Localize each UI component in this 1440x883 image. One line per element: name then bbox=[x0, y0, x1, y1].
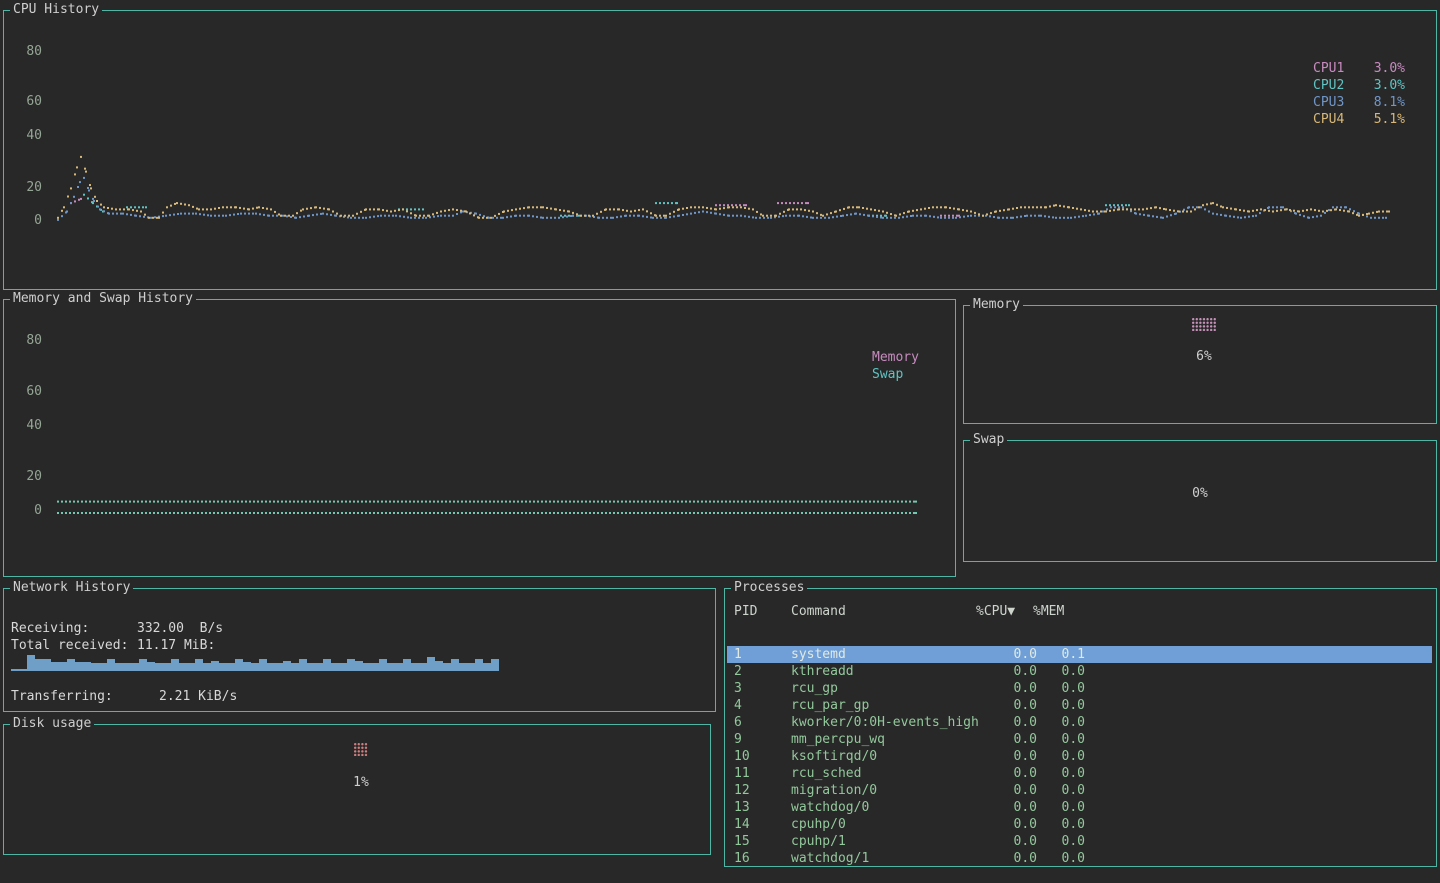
process-command: systemd bbox=[791, 647, 846, 662]
process-mem: 0.0 bbox=[1015, 749, 1085, 764]
process-pid: 15 bbox=[734, 834, 750, 849]
swap-gauge-percent: 0% bbox=[1160, 486, 1240, 501]
process-row[interactable]: 1systemd0.00.1 bbox=[727, 646, 1432, 663]
column-header-cpu[interactable]: %CPU▼ bbox=[976, 604, 1015, 619]
memswap-history-chart bbox=[4, 300, 955, 576]
processes-title: Processes bbox=[731, 580, 807, 595]
swap-gauge-panel: Swap 0% bbox=[963, 440, 1437, 562]
process-command: mm_percpu_wq bbox=[791, 732, 885, 747]
disk-usage-dots-icon bbox=[354, 743, 368, 756]
memory-gauge-title: Memory bbox=[970, 297, 1023, 312]
process-mem: 0.0 bbox=[1015, 715, 1085, 730]
process-mem: 0.1 bbox=[1015, 647, 1085, 662]
network-history-panel: Network History Receiving: 332.00 B/s To… bbox=[3, 588, 716, 712]
cpu2-legend-label: CPU2 bbox=[1313, 78, 1344, 93]
memory-gauge-dots-icon bbox=[1192, 318, 1216, 331]
process-row[interactable]: 11rcu_sched0.00.0 bbox=[727, 765, 1432, 782]
process-row[interactable]: 3rcu_gp0.00.0 bbox=[727, 680, 1432, 697]
memory-gauge-panel: Memory 6% bbox=[963, 305, 1437, 424]
process-row[interactable]: 2kthreadd0.00.0 bbox=[727, 663, 1432, 680]
memory-legend-label: Memory bbox=[872, 350, 919, 365]
transferring-value: 2.21 KiB/s bbox=[159, 689, 237, 704]
process-row[interactable]: 4rcu_par_gp0.00.0 bbox=[727, 697, 1432, 714]
process-command: kworker/0:0H-events_high bbox=[791, 715, 979, 730]
process-mem: 0.0 bbox=[1015, 698, 1085, 713]
process-command: kthreadd bbox=[791, 664, 854, 679]
swap-legend-label: Swap bbox=[872, 367, 903, 382]
cpu-legend-row-1: CPU1 3.0% bbox=[1313, 61, 1405, 77]
process-mem: 0.0 bbox=[1015, 783, 1085, 798]
memswap-history-panel: Memory and Swap History 80 60 40 20 0 Me… bbox=[3, 299, 956, 577]
disk-usage-title: Disk usage bbox=[10, 716, 94, 731]
column-header-command[interactable]: Command bbox=[791, 604, 846, 619]
process-mem: 0.0 bbox=[1015, 800, 1085, 815]
disk-usage-percent: 1% bbox=[321, 775, 401, 790]
process-mem: 0.0 bbox=[1015, 732, 1085, 747]
column-header-mem[interactable]: %MEM bbox=[1033, 604, 1064, 619]
process-row[interactable]: 9mm_percpu_wq0.00.0 bbox=[727, 731, 1432, 748]
process-command: rcu_par_gp bbox=[791, 698, 869, 713]
cpu4-legend-value: 5.1% bbox=[1374, 112, 1405, 127]
process-command: cpuhp/1 bbox=[791, 834, 846, 849]
process-pid: 6 bbox=[734, 715, 742, 730]
cpu-legend-row-2: CPU2 3.0% bbox=[1313, 78, 1405, 94]
process-mem: 0.0 bbox=[1015, 817, 1085, 832]
cpu3-legend-label: CPU3 bbox=[1313, 95, 1344, 110]
cpu-legend-row-3: CPU3 8.1% bbox=[1313, 95, 1405, 111]
cpu3-legend-value: 8.1% bbox=[1374, 95, 1405, 110]
process-row[interactable]: 16watchdog/10.00.0 bbox=[727, 850, 1432, 867]
cpu-legend-row-4: CPU4 5.1% bbox=[1313, 112, 1405, 128]
memory-gauge-percent: 6% bbox=[1164, 349, 1244, 364]
process-row[interactable]: 12migration/00.00.0 bbox=[727, 782, 1432, 799]
process-pid: 16 bbox=[734, 851, 750, 866]
cpu1-legend-label: CPU1 bbox=[1313, 61, 1344, 76]
process-pid: 12 bbox=[734, 783, 750, 798]
process-command: ksoftirqd/0 bbox=[791, 749, 877, 764]
cpu-history-panel: CPU History 80 60 40 20 0 CPU1 3.0% CPU2… bbox=[3, 10, 1437, 290]
process-pid: 10 bbox=[734, 749, 750, 764]
process-mem: 0.0 bbox=[1015, 681, 1085, 696]
process-row[interactable]: 14cpuhp/00.00.0 bbox=[727, 816, 1432, 833]
column-header-pid[interactable]: PID bbox=[734, 604, 757, 619]
process-command: cpuhp/0 bbox=[791, 817, 846, 832]
process-row[interactable]: 10ksoftirqd/00.00.0 bbox=[727, 748, 1432, 765]
process-row[interactable]: 13watchdog/00.00.0 bbox=[727, 799, 1432, 816]
cpu4-legend-label: CPU4 bbox=[1313, 112, 1344, 127]
processes-panel: Processes PID Command %CPU▼ %MEM 1system… bbox=[724, 588, 1437, 867]
transferring-label: Transferring: bbox=[11, 689, 113, 704]
system-monitor-app: CPU History 80 60 40 20 0 CPU1 3.0% CPU2… bbox=[0, 0, 1440, 883]
process-command: migration/0 bbox=[791, 783, 877, 798]
process-pid: 13 bbox=[734, 800, 750, 815]
process-pid: 9 bbox=[734, 732, 742, 747]
process-pid: 3 bbox=[734, 681, 742, 696]
process-mem: 0.0 bbox=[1015, 851, 1085, 866]
process-command: watchdog/0 bbox=[791, 800, 869, 815]
process-row[interactable]: 6kworker/0:0H-events_high0.00.0 bbox=[727, 714, 1432, 731]
process-command: rcu_gp bbox=[791, 681, 838, 696]
cpu2-legend-value: 3.0% bbox=[1374, 78, 1405, 93]
swap-gauge-title: Swap bbox=[970, 432, 1007, 447]
process-pid: 2 bbox=[734, 664, 742, 679]
process-pid: 1 bbox=[734, 647, 742, 662]
process-row[interactable]: 15cpuhp/10.00.0 bbox=[727, 833, 1432, 850]
process-mem: 0.0 bbox=[1015, 664, 1085, 679]
cpu-history-chart bbox=[4, 11, 1436, 289]
process-pid: 4 bbox=[734, 698, 742, 713]
process-mem: 0.0 bbox=[1015, 834, 1085, 849]
process-command: rcu_sched bbox=[791, 766, 861, 781]
process-mem: 0.0 bbox=[1015, 766, 1085, 781]
process-pid: 11 bbox=[734, 766, 750, 781]
process-command: watchdog/1 bbox=[791, 851, 869, 866]
process-pid: 14 bbox=[734, 817, 750, 832]
disk-usage-panel: Disk usage 1% bbox=[3, 724, 711, 855]
cpu1-legend-value: 3.0% bbox=[1374, 61, 1405, 76]
